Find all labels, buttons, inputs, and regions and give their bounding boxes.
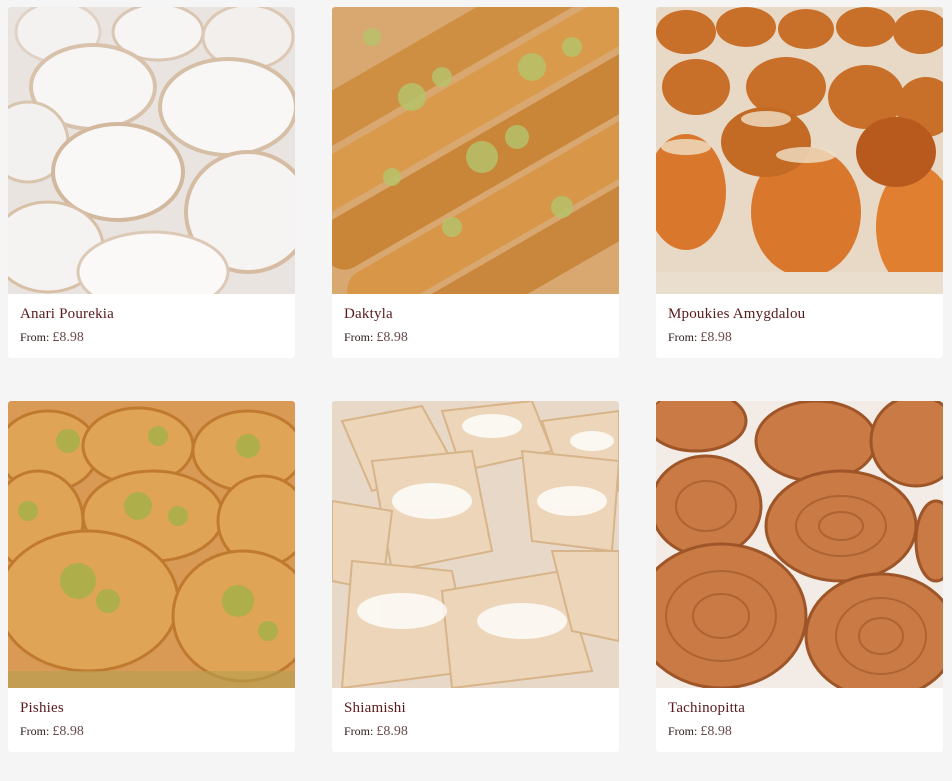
- price-from-label: From:: [668, 330, 701, 344]
- product-grid: Anari Pourekia From: £8.98 Daktyla From:…: [0, 0, 952, 781]
- product-name[interactable]: Daktyla: [344, 306, 607, 323]
- price-from-label: From:: [344, 724, 377, 738]
- price-row: From: £8.98: [20, 724, 283, 740]
- product-name[interactable]: Shiamishi: [344, 700, 607, 717]
- product-name[interactable]: Pishies: [20, 700, 283, 717]
- product-price: £8.98: [700, 330, 732, 345]
- price-from-label: From:: [344, 330, 377, 344]
- syrup-balls-photo[interactable]: [656, 7, 943, 294]
- price-row: From: £8.98: [668, 724, 931, 740]
- product-name[interactable]: Tachinopitta: [668, 700, 931, 717]
- product-name[interactable]: Mpoukies Amygdalou: [668, 306, 931, 323]
- product-card-pishies[interactable]: Pishies From: £8.98: [8, 401, 295, 752]
- product-card-daktyla[interactable]: Daktyla From: £8.98: [332, 7, 619, 358]
- price-from-label: From:: [20, 330, 53, 344]
- price-row: From: £8.98: [20, 330, 283, 346]
- price-from-label: From:: [668, 724, 701, 738]
- sugar-dusted-pastries-photo[interactable]: [332, 401, 619, 688]
- pistachio-pastries-photo[interactable]: [8, 401, 295, 688]
- product-price: £8.98: [700, 724, 732, 739]
- product-price: £8.98: [376, 724, 408, 739]
- spiral-buns-photo[interactable]: [656, 401, 943, 688]
- product-card-shiamishi[interactable]: Shiamishi From: £8.98: [332, 401, 619, 752]
- price-row: From: £8.98: [668, 330, 931, 346]
- product-card-mpoukies-amygdalou[interactable]: Mpoukies Amygdalou From: £8.98: [656, 7, 943, 358]
- price-row: From: £8.98: [344, 330, 607, 346]
- powdered-pastries-photo[interactable]: [8, 7, 295, 294]
- price-from-label: From:: [20, 724, 53, 738]
- pistachio-rolls-photo[interactable]: [332, 7, 619, 294]
- product-price: £8.98: [376, 330, 408, 345]
- product-card-anari-pourekia[interactable]: Anari Pourekia From: £8.98: [8, 7, 295, 358]
- product-price: £8.98: [52, 330, 84, 345]
- price-row: From: £8.98: [344, 724, 607, 740]
- product-name[interactable]: Anari Pourekia: [20, 306, 283, 323]
- product-price: £8.98: [52, 724, 84, 739]
- product-card-tachinopitta[interactable]: Tachinopitta From: £8.98: [656, 401, 943, 752]
